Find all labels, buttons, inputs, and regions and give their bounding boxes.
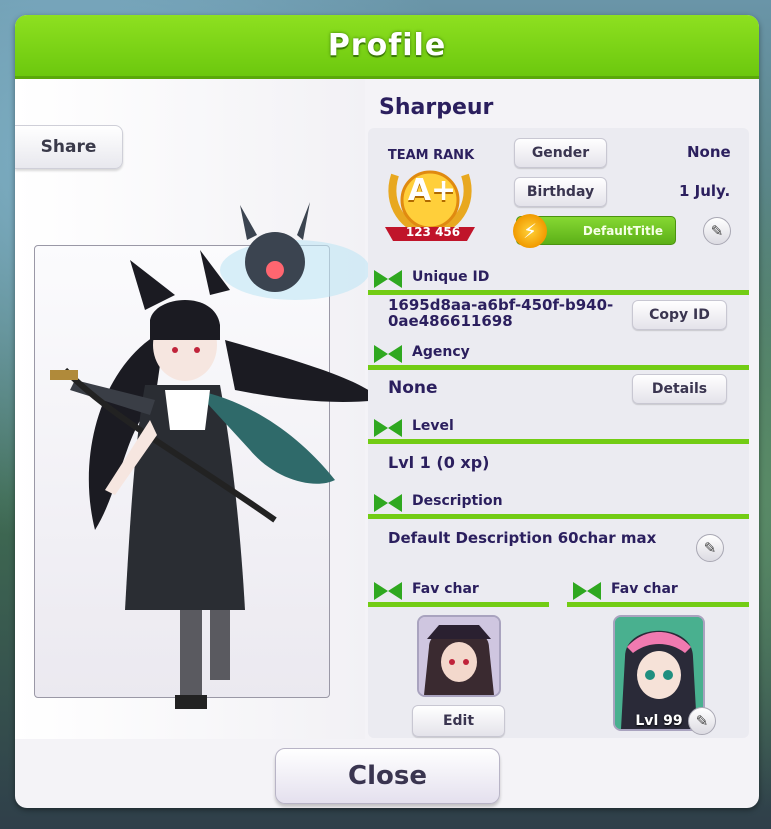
edit-fav-char-button[interactable]: Edit (412, 705, 505, 737)
player-name: Sharpeur (379, 95, 494, 120)
fav-char-2-header: Fav char (567, 580, 749, 607)
profile-panel: Profile Share Sharpeur TEAM RANK A+ 123 … (15, 15, 759, 808)
title-chip[interactable]: ⚡ DefaultTitle (513, 214, 676, 248)
fav-char-1-portrait[interactable] (417, 615, 501, 697)
bow-icon (374, 494, 402, 512)
drone-companion (220, 202, 370, 300)
agency-section-header: Agency (368, 343, 749, 370)
fav-char-1-header: Fav char (368, 580, 549, 607)
panel-header: Profile (15, 15, 759, 79)
team-rank-grade: A+ (407, 173, 457, 208)
birthday-label: Birthday (514, 177, 607, 207)
level-section-header: Level (368, 417, 749, 444)
team-rank-label: TEAM RANK (387, 148, 475, 163)
team-rank-points: 123 456 (405, 225, 461, 239)
page-title: Profile (327, 28, 447, 63)
copy-id-button[interactable]: Copy ID (632, 300, 727, 330)
description-label: Description (412, 493, 503, 509)
edit-description-pencil-icon[interactable]: ✎ (696, 534, 724, 562)
description-section-header: Description (368, 492, 749, 519)
bow-icon (374, 419, 402, 437)
close-button[interactable]: Close (275, 748, 500, 804)
fav-char-1-label: Fav char (412, 581, 479, 597)
fav-char-2-label: Fav char (611, 581, 678, 597)
gender-label: Gender (514, 138, 607, 168)
unique-id-label: Unique ID (412, 269, 490, 285)
title-chip-label: DefaultTitle (582, 223, 663, 238)
level-value: Lvl 1 (0 xp) (388, 453, 490, 472)
character-portrait (50, 202, 375, 709)
agency-value: None (388, 378, 438, 398)
bow-icon (573, 582, 601, 600)
bow-icon (374, 270, 402, 288)
fav-char-1-art (419, 617, 499, 695)
bow-icon (374, 345, 402, 363)
share-button[interactable]: Share (15, 125, 123, 169)
level-label: Level (412, 418, 454, 434)
agency-label: Agency (412, 344, 470, 360)
edit-fav-char-2-pencil-icon[interactable]: ✎ (688, 707, 716, 735)
birthday-value: 1 July. (679, 182, 731, 200)
edit-title-pencil-icon[interactable]: ✎ (703, 217, 731, 245)
bow-icon (374, 582, 402, 600)
description-value: Default Description 60char max (388, 529, 657, 547)
details-button[interactable]: Details (632, 374, 727, 404)
unique-id-value: 1695d8aa-a6bf-450f-b940-0ae486611698 (388, 296, 614, 330)
unique-id-section-header: Unique ID (368, 268, 749, 295)
gender-value: None (687, 143, 731, 161)
lightning-icon: ⚡ (513, 214, 547, 248)
